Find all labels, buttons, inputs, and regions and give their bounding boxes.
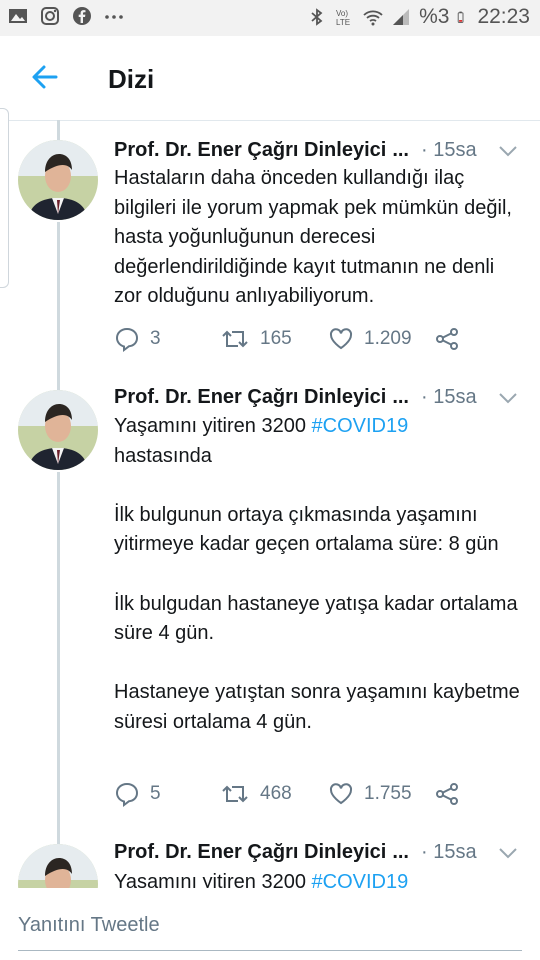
tweet-time[interactable]: · 15sa xyxy=(421,139,477,162)
battery-percent: %3 xyxy=(419,5,450,28)
heart-icon xyxy=(329,783,353,805)
share-button[interactable] xyxy=(434,781,460,807)
thread-line xyxy=(57,222,60,390)
side-edge-handle[interactable] xyxy=(0,108,9,288)
retweet-count: 468 xyxy=(260,783,292,804)
chevron-down-icon[interactable] xyxy=(498,144,518,158)
tweet-time[interactable]: · 15sa xyxy=(421,841,477,864)
reply-input[interactable]: Yanıtını Tweetle xyxy=(18,914,160,937)
svg-text:Vo): Vo) xyxy=(336,9,348,18)
tweet-paragraph: İlk bulgudan hastaneye yatışa kadar orta… xyxy=(114,592,518,645)
tweet-paragraph: Yaşamını yitiren 3200 #COVID19 hastasında xyxy=(114,412,524,471)
retweet-count: 165 xyxy=(260,328,292,349)
share-icon xyxy=(436,783,458,805)
reply-count: 5 xyxy=(150,783,161,804)
chevron-down-icon[interactable] xyxy=(498,391,518,405)
tweet-text: Hastaların daha önceden kullandığı ilaç … xyxy=(114,164,524,312)
profile-photo xyxy=(18,390,98,470)
facebook-icon xyxy=(73,7,91,25)
like-count: 1.209 xyxy=(364,328,412,349)
chevron-down-icon[interactable] xyxy=(498,846,518,860)
author-ellipsis: ... xyxy=(392,139,409,161)
tweet-time[interactable]: · 15sa xyxy=(421,386,477,409)
reply-button[interactable]: 5 xyxy=(114,781,161,807)
like-count: 1.755 xyxy=(364,783,412,804)
tweet-paragraph: İlk bulgunun ortaya çıkmasında yaşamını … xyxy=(114,503,499,556)
tweet-paragraph: Hastaların daha önceden kullandığı ilaç … xyxy=(114,167,512,308)
avatar[interactable] xyxy=(18,140,98,220)
tweet-text-suffix: hastasında xyxy=(114,444,212,467)
tweet-header: Prof. Dr. Ener Çağrı Dinleyici ... · 15s… xyxy=(114,139,477,162)
gallery-icon xyxy=(9,9,27,23)
like-button[interactable]: 1.755 xyxy=(328,781,412,807)
retweet-button[interactable]: 468 xyxy=(220,781,292,807)
top-app-bar: Dizi xyxy=(0,36,540,121)
battery-icon xyxy=(458,11,464,23)
tweet-text-prefix: Yaşamını yitiren 3200 xyxy=(114,415,312,437)
heart-icon xyxy=(329,328,353,350)
tweet-actions: 5 468 1.755 xyxy=(114,781,524,811)
hashtag-link[interactable]: #COVID19 xyxy=(312,415,409,437)
author-name[interactable]: Prof. Dr. Ener Çağrı Dinleyici xyxy=(114,139,386,162)
retweet-button[interactable]: 165 xyxy=(220,326,292,352)
author-name[interactable]: Prof. Dr. Ener Çağrı Dinleyici xyxy=(114,386,386,409)
wifi-icon xyxy=(363,10,383,26)
tweet-header: Prof. Dr. Ener Çağrı Dinleyici ... · 15s… xyxy=(114,386,477,409)
volte-icon: Vo)LTE xyxy=(336,9,350,27)
retweet-icon xyxy=(222,330,248,348)
status-clock: 22:23 xyxy=(477,5,530,28)
reply-icon xyxy=(115,327,139,352)
instagram-icon xyxy=(41,7,59,25)
share-icon xyxy=(436,328,458,350)
reply-icon xyxy=(115,782,139,807)
retweet-icon xyxy=(222,785,248,803)
like-button[interactable]: 1.209 xyxy=(328,326,412,352)
status-bar: Vo) LTE %3 22:23 xyxy=(0,0,540,36)
reply-underline xyxy=(18,950,522,951)
reply-button[interactable]: 3 xyxy=(114,326,161,352)
reply-count: 3 xyxy=(150,328,161,349)
back-arrow-icon[interactable] xyxy=(28,60,62,94)
author-name[interactable]: Prof. Dr. Ener Çağrı Dinleyici xyxy=(114,841,386,864)
tweet-paragraph: Hastaneye yatıştan sonra yaşamını kaybet… xyxy=(114,681,520,733)
tweet-header: Prof. Dr. Ener Çağrı Dinleyici ... · 15s… xyxy=(114,841,477,864)
thread-line xyxy=(57,472,60,844)
tweet-actions: 3 165 1.209 xyxy=(114,326,524,356)
svg-text:LTE: LTE xyxy=(336,18,350,27)
profile-photo xyxy=(18,140,98,220)
author-ellipsis: ... xyxy=(392,841,409,863)
tweet-text: Yaşamını yitiren 3200 #COVID19 hastasında… xyxy=(114,412,524,738)
share-button[interactable] xyxy=(434,326,460,352)
page-title: Dizi xyxy=(108,64,155,94)
author-ellipsis: ... xyxy=(392,386,409,408)
avatar[interactable] xyxy=(18,390,98,470)
more-icon xyxy=(105,15,123,19)
thread-line xyxy=(57,120,60,142)
signal-icon xyxy=(393,9,410,25)
bluetooth-icon xyxy=(311,8,323,26)
